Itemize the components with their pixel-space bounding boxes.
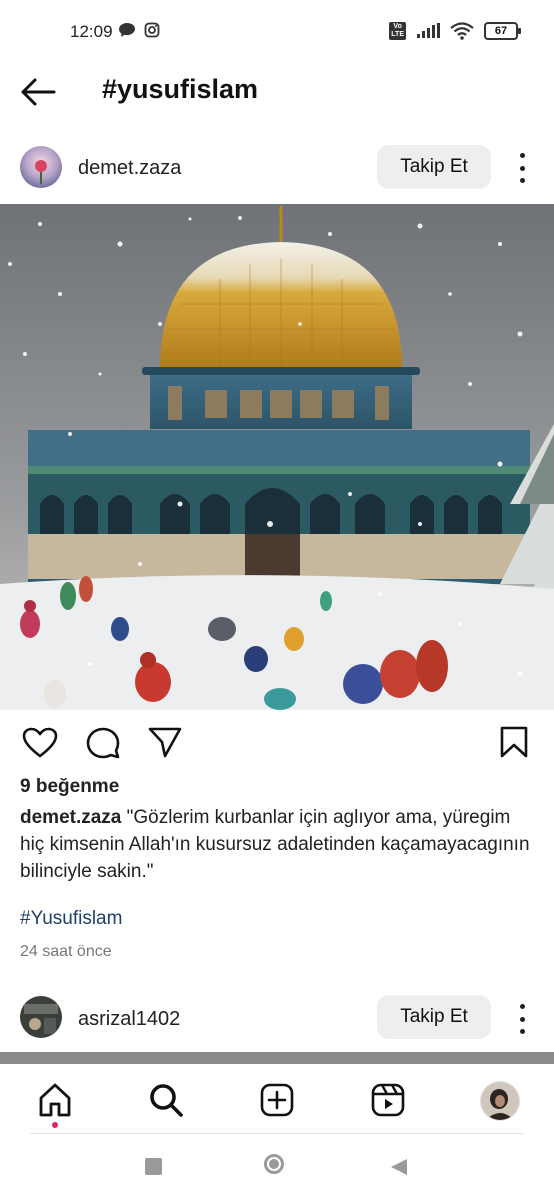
- dot: [519, 1004, 525, 1009]
- notification-dot: [52, 1122, 58, 1128]
- post-author-avatar[interactable]: [20, 146, 62, 188]
- signal-icon: [417, 23, 440, 38]
- home-circle-icon[interactable]: [264, 1154, 284, 1174]
- bottom-navigation: [0, 1064, 554, 1134]
- post2-author-username[interactable]: asrizal1402: [78, 1008, 180, 1031]
- reels-icon: [371, 1083, 405, 1117]
- volte-badge: Vo LTE: [389, 22, 406, 40]
- like-count[interactable]: 9 beğenme: [20, 776, 119, 798]
- share-button[interactable]: [147, 726, 183, 763]
- dot: [519, 178, 525, 183]
- status-time: 12:09: [70, 22, 113, 41]
- post2-more-options-button[interactable]: [512, 1004, 532, 1034]
- nav-reels[interactable]: [370, 1082, 406, 1123]
- wifi-icon: [450, 22, 474, 40]
- heart-icon: [22, 727, 58, 758]
- instagram-icon: [144, 22, 160, 38]
- search-icon: [150, 1084, 183, 1117]
- top-app-bar: #yusufislam: [0, 62, 554, 124]
- recents-square-icon[interactable]: [145, 1158, 162, 1175]
- create-post-icon: [260, 1083, 294, 1117]
- caption-username[interactable]: demet.zaza: [20, 807, 121, 828]
- bookmark-icon: [500, 726, 528, 758]
- system-navigation-bar: [0, 1134, 554, 1200]
- post2-image-edge[interactable]: [0, 1052, 554, 1064]
- post2-follow-button[interactable]: Takip Et: [377, 995, 491, 1039]
- home-circle-inner: [269, 1159, 279, 1169]
- status-right-icons: Vo LTE 67: [389, 22, 521, 40]
- comment-icon: [86, 727, 120, 759]
- hashtag-link[interactable]: #Yusufislam: [20, 908, 122, 930]
- follow-button[interactable]: Takip Et: [377, 145, 491, 189]
- page-title: #yusufislam: [102, 74, 259, 104]
- status-bar: 12:09 Vo LTE 67: [0, 0, 554, 62]
- dot: [519, 1016, 525, 1022]
- nav-home[interactable]: [37, 1082, 73, 1128]
- post-caption: demet.zaza "Gözlerim kurbanlar için aglı…: [20, 804, 534, 885]
- post-timestamp: 24 saat önce: [20, 943, 112, 960]
- back-button[interactable]: [20, 76, 60, 108]
- status-left-icons: [118, 22, 160, 38]
- nav-create[interactable]: [259, 1082, 295, 1123]
- nav-search[interactable]: [148, 1082, 184, 1123]
- dot: [519, 153, 525, 158]
- battery-indicator: 67: [484, 22, 521, 40]
- home-icon: [39, 1083, 71, 1117]
- paper-plane-icon: [148, 727, 182, 758]
- triangle-shape: [391, 1159, 407, 1175]
- dome-of-the-rock-snow-illustration: [0, 204, 554, 710]
- save-button[interactable]: [499, 726, 529, 763]
- nav-profile-avatar[interactable]: [480, 1081, 520, 1121]
- back-triangle-icon[interactable]: [390, 1158, 408, 1181]
- dot: [519, 1029, 525, 1034]
- profile-avatar-image: [481, 1082, 519, 1120]
- avatar-image: [20, 146, 62, 188]
- dot: [519, 165, 525, 171]
- more-options-button[interactable]: [512, 153, 532, 183]
- post2-author-avatar[interactable]: [20, 996, 62, 1038]
- chat-bubble-icon: [119, 23, 135, 37]
- post-image[interactable]: [0, 204, 554, 710]
- arrow-left-icon: [21, 78, 56, 106]
- post-author-username[interactable]: demet.zaza: [78, 157, 181, 180]
- comment-button[interactable]: [85, 726, 121, 765]
- avatar-image: [20, 996, 62, 1038]
- like-button[interactable]: [22, 727, 58, 764]
